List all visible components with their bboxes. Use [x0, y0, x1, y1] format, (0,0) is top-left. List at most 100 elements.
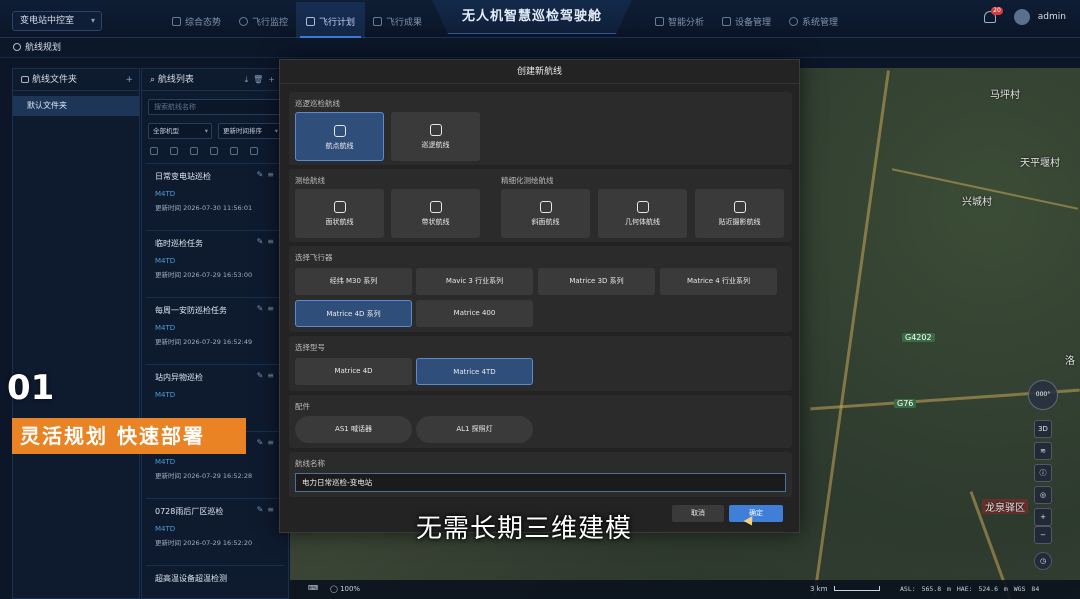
breadcrumb: 航线规划	[0, 38, 1080, 58]
tile-slope-route[interactable]: 斜面航线	[501, 189, 590, 238]
accessory-as1[interactable]: AS1 喊话器	[295, 416, 412, 443]
locate-icon[interactable]: ◷	[1034, 552, 1052, 570]
strip-icon	[429, 201, 442, 213]
route-search-input[interactable]: 搜索航线名称	[148, 99, 282, 115]
wifi-icon[interactable]: ≋	[1034, 442, 1052, 460]
add-folder-icon[interactable]: +	[125, 69, 133, 91]
map-zoom-level: ◯ 100%	[330, 585, 361, 593]
model-matrice4td[interactable]: Matrice 4TD	[416, 358, 533, 385]
route-item[interactable]: 临时巡检任务 M4TD 更新时间 2026-07-29 16:53:00 ✎≡	[146, 230, 284, 289]
route-item[interactable]: 站内异物巡检 M4TD ✎≡	[146, 364, 284, 423]
route-actions[interactable]: ✎≡	[257, 505, 278, 514]
route-actions[interactable]: ✎≡	[257, 170, 278, 179]
nav-device[interactable]: 设备管理	[722, 12, 771, 30]
confirm-button[interactable]: 确定	[729, 505, 783, 522]
route-actions[interactable]: ✎≡	[257, 371, 278, 380]
avatar[interactable]	[1013, 9, 1030, 25]
slope-icon[interactable]	[230, 147, 238, 155]
section-mapping: 测绘航线 精细化测绘航线 面状航线 带状航线 斜面航线 几何体航线 贴近摄影航线	[289, 169, 792, 242]
route-actions[interactable]: ✎≡	[257, 304, 278, 313]
waypoint-icon[interactable]	[150, 147, 158, 155]
top-bar: 变电站中控室 ▾ 综合态势 飞行监控 飞行计划 飞行成果 无人机智慧巡检驾驶舱 …	[0, 0, 1080, 38]
area-icon[interactable]	[190, 147, 198, 155]
nav-situation-label: 综合态势	[185, 17, 222, 28]
geometry-icon[interactable]	[250, 147, 258, 155]
tile-patrol-route[interactable]: 巡逻航线	[391, 112, 480, 161]
area-icon	[333, 201, 346, 213]
tile-geometry-route[interactable]: 几何体航线	[598, 189, 687, 238]
nav-analysis[interactable]: 智能分析	[655, 12, 704, 30]
nav-flight-plan[interactable]: 飞行计划	[296, 2, 366, 38]
nav-system[interactable]: 系统管理	[789, 12, 838, 30]
route-actions[interactable]: ✎≡	[257, 237, 278, 246]
route-item[interactable]: 超高温设备超温检测	[146, 565, 284, 598]
aircraft-matrice4d[interactable]: Matrice 4D 系列	[295, 300, 412, 327]
route-name-input[interactable]: 电力日常巡检-变电站	[295, 473, 786, 492]
route-model: M4TD	[155, 458, 176, 466]
close-photo-icon	[733, 201, 746, 213]
section-model: 选择型号 Matrice 4D Matrice 4TD	[289, 336, 792, 391]
aircraft-m30[interactable]: 经纬 M30 系列	[295, 268, 412, 295]
notification-badge: 20	[991, 7, 1003, 15]
nav-flight-monitor-label: 飞行监控	[252, 17, 289, 28]
route-type-icons	[150, 147, 282, 155]
grid-icon	[172, 16, 181, 26]
keyboard-icon[interactable]: ⌨	[308, 584, 318, 592]
route-filters: 全部机型 ▾ 更新时间排序 ▾	[148, 123, 282, 139]
nav-left: 综合态势 飞行监控 飞行计划 飞行成果	[172, 2, 422, 38]
compass-icon[interactable]: 000°	[1028, 380, 1058, 410]
tile-close-photo-route[interactable]: 贴近摄影航线	[695, 189, 784, 238]
cancel-button[interactable]: 取消	[672, 505, 724, 522]
model-matrice4d[interactable]: Matrice 4D	[295, 358, 412, 385]
route-item[interactable]: 0728雨后厂区巡检 M4TD 更新时间 2026-07-29 16:52:20…	[146, 498, 284, 557]
map-3d-button[interactable]: 3D	[1034, 420, 1052, 438]
layers-icon[interactable]: ◎	[1034, 486, 1052, 504]
tile-strip-route[interactable]: 带状航线	[391, 189, 480, 238]
zoom-out-button[interactable]: −	[1034, 526, 1052, 544]
app-title-banner: 无人机智慧巡检驾驶舱	[432, 0, 632, 34]
nav-right: 智能分析 设备管理 系统管理	[655, 12, 838, 30]
tile-waypoint-route[interactable]: 航点航线	[295, 112, 384, 161]
strip-icon[interactable]	[210, 147, 218, 155]
filter-model-select[interactable]: 全部机型 ▾	[148, 123, 212, 139]
nav-flight-monitor[interactable]: 飞行监控	[239, 12, 288, 30]
accessory-al1[interactable]: AL1 探照灯	[416, 416, 533, 443]
route-item[interactable]: 每周一安防巡检任务 M4TD 更新时间 2026-07-29 16:52:49 …	[146, 297, 284, 356]
aircraft-matrice3d[interactable]: Matrice 3D 系列	[538, 268, 655, 295]
folder-panel-title: 航线文件夹	[32, 75, 78, 85]
section-accessory: 配件 AS1 喊话器 AL1 探照灯	[289, 395, 792, 448]
zoom-in-button[interactable]: +	[1034, 508, 1052, 526]
user-name[interactable]: admin	[1038, 12, 1066, 22]
aircraft-mavic3[interactable]: Mavic 3 行业系列	[416, 268, 533, 295]
search-icon: ⌕	[150, 75, 156, 85]
route-time: 更新时间 2026-07-29 16:52:49	[155, 338, 253, 346]
folder-icon	[21, 76, 29, 83]
aircraft-matrice400[interactable]: Matrice 400	[416, 300, 533, 327]
chevron-down-icon: ▾	[90, 16, 95, 25]
breadcrumb-label: 航线规划	[25, 43, 62, 53]
map-label: 兴城村	[962, 197, 992, 208]
section-fine-label: 精细化测绘航线	[501, 176, 554, 185]
nav-flight-results[interactable]: 飞行成果	[373, 12, 422, 30]
app-title: 无人机智慧巡检驾驶舱	[461, 9, 602, 24]
tile-area-route[interactable]: 面状航线	[295, 189, 384, 238]
route-actions[interactable]: ✎≡	[257, 438, 278, 447]
section-inspection: 巡逻巡检航线 航点航线 巡逻航线	[289, 92, 792, 165]
camera-icon	[373, 16, 383, 26]
patrol-icon[interactable]	[170, 147, 178, 155]
map-scale: 3 km	[810, 585, 880, 593]
nav-situation[interactable]: 综合态势	[172, 12, 221, 30]
tile-label: 带状航线	[421, 218, 450, 226]
station-select[interactable]: 变电站中控室 ▾	[12, 11, 102, 31]
section-route-name: 航线名称 电力日常巡检-变电站	[289, 452, 792, 497]
route-list-tools[interactable]: ⤓🗑+	[245, 69, 280, 91]
route-item[interactable]: 日常变电站巡检 M4TD 更新时间 2026-07-30 11:56:01 ✎≡	[146, 163, 284, 222]
bell-icon[interactable]: 20	[983, 7, 1003, 23]
compass-heading: 000°	[1035, 391, 1051, 398]
aircraft-matrice4[interactable]: Matrice 4 行业系列	[660, 268, 777, 295]
waypoint-icon	[333, 125, 346, 137]
filter-sort-select[interactable]: 更新时间排序 ▾	[218, 123, 282, 139]
info-icon[interactable]: ⓘ	[1034, 464, 1052, 482]
route-list-panel: ⌕ 航线列表 ⤓🗑+ 搜索航线名称 全部机型 ▾ 更新时间排序 ▾ 日常变电站巡检 …	[141, 68, 289, 599]
folder-item-default[interactable]: 默认文件夹	[13, 96, 139, 116]
